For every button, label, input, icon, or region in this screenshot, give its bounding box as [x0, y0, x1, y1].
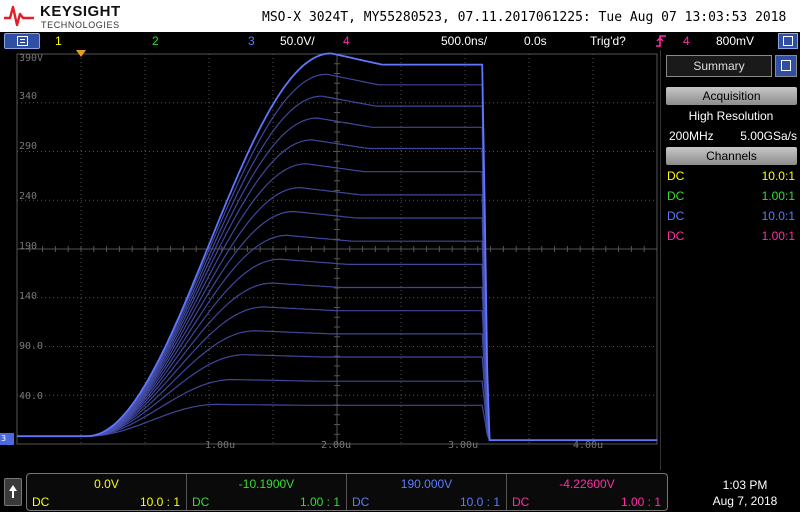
- channel-info-box: 0.0V DC 10.0 : 1 -10.1900V DC 1.00 : 1 1…: [26, 473, 668, 511]
- summary-panel-button[interactable]: [775, 55, 797, 77]
- ch2-label[interactable]: 2: [152, 34, 159, 48]
- x-tick-label: 1.00u: [205, 440, 235, 448]
- keysight-wave-icon: [4, 5, 34, 27]
- summary-tab[interactable]: Summary: [666, 55, 772, 77]
- arrow-up-icon[interactable]: [4, 478, 22, 506]
- ch3-scale[interactable]: 50.0V/: [280, 34, 315, 48]
- ch2-offset: -10.1900V: [238, 477, 295, 491]
- panel-icon: [781, 60, 791, 71]
- ch3-ground-marker[interactable]: 3: [0, 433, 14, 445]
- panel-ch4-row: DC 1.00:1: [667, 227, 795, 245]
- panel-ch2-coupling: DC: [667, 189, 685, 203]
- clock: 1:03 PM Aug 7, 2018: [690, 477, 800, 509]
- ch3-probe: 10.0 : 1: [459, 495, 500, 509]
- channels-header[interactable]: Channels: [666, 147, 797, 165]
- bandwidth: 200MHz: [669, 129, 714, 143]
- bottom-ch1-cell[interactable]: 0.0V DC 10.0 : 1: [27, 474, 187, 510]
- acquisition-header[interactable]: Acquisition: [666, 87, 797, 105]
- x-tick-label: 2.00u: [321, 440, 351, 448]
- trigger-edge-icon: [656, 35, 666, 47]
- graticule: [16, 53, 658, 445]
- brand-subtitle: TECHNOLOGIES: [41, 20, 120, 30]
- sample-rate: 5.00GSa/s: [740, 129, 797, 143]
- y-tick-label: 390V: [19, 53, 43, 64]
- panel-ch3-probe: 10.0:1: [761, 209, 795, 223]
- ch4-offset: -4.22600V: [559, 477, 615, 491]
- ch4-label[interactable]: 4: [343, 34, 350, 48]
- y-tick-label: 40.0: [19, 391, 43, 402]
- y-tick-label: 340: [19, 91, 37, 102]
- brand-name: KEYSIGHT: [40, 3, 121, 20]
- panel-ch3-row: DC 10.0:1: [667, 207, 795, 225]
- panel-ch1-probe: 10.0:1: [761, 169, 795, 183]
- panel-ch1-row: DC 10.0:1: [667, 167, 795, 185]
- ch1-label[interactable]: 1: [55, 34, 62, 48]
- panel-icon: [783, 36, 793, 46]
- ch3-label[interactable]: 3: [248, 34, 255, 48]
- channel-bar: 1 2 3 50.0V/ 4 500.0ns/ 0.0s Trig'd? 4 8…: [0, 32, 800, 50]
- acquisition-mode: High Resolution: [688, 109, 774, 123]
- y-tick-label: 140: [19, 291, 37, 302]
- title-bar: KEYSIGHT TECHNOLOGIES MSO-X 3024T, MY552…: [0, 0, 800, 32]
- panel-ch3-coupling: DC: [667, 209, 685, 223]
- waveform-svg: 390V 340 290 240 190 140 90.0 40.0 1.00u…: [16, 52, 658, 448]
- panel-ch4-coupling: DC: [667, 229, 685, 243]
- x-tick-label: 3.00u: [448, 440, 478, 448]
- panel-ch4-probe: 1.00:1: [761, 229, 795, 243]
- ch2-coupling: DC: [192, 495, 210, 509]
- keysight-logo: KEYSIGHT TECHNOLOGIES: [4, 2, 134, 30]
- timebase-value[interactable]: 500.0ns/: [441, 34, 487, 48]
- waveform-display[interactable]: 390V 340 290 240 190 140 90.0 40.0 1.00u…: [0, 50, 660, 448]
- ch1-coupling: DC: [32, 495, 50, 509]
- trigger-status: Trig'd?: [590, 34, 626, 48]
- bottom-ch4-cell[interactable]: -4.22600V DC 1.00 : 1: [507, 474, 667, 510]
- panel-ch2-probe: 1.00:1: [761, 189, 795, 203]
- acquisition-rates: 200MHz 5.00GSa/s: [667, 127, 797, 145]
- clock-date: Aug 7, 2018: [712, 494, 778, 508]
- bottom-ch3-cell[interactable]: 190.000V DC 10.0 : 1: [347, 474, 507, 510]
- ch2-probe: 1.00 : 1: [299, 495, 340, 509]
- instrument-title: MSO-X 3024T, MY55280523, 07.11.201706122…: [262, 10, 787, 25]
- ch3-coupling: DC: [352, 495, 370, 509]
- trigger-channel[interactable]: 4: [683, 34, 690, 48]
- bottom-ch2-cell[interactable]: -10.1900V DC 1.00 : 1: [187, 474, 347, 510]
- panel-ch2-row: DC 1.00:1: [667, 187, 795, 205]
- menu-icon: [17, 36, 28, 46]
- x-tick-label: 4.00u: [573, 440, 603, 448]
- clock-time: 1:03 PM: [722, 478, 768, 492]
- trigger-level[interactable]: 800mV: [716, 34, 754, 48]
- delay-value[interactable]: 0.0s: [524, 34, 547, 48]
- side-panel: Summary Acquisition High Resolution 200M…: [660, 50, 800, 470]
- trigger-position-marker[interactable]: [76, 50, 86, 57]
- y-tick-label: 90.0: [19, 341, 43, 352]
- y-tick-label: 240: [19, 191, 37, 202]
- y-tick-label: 190: [19, 241, 37, 252]
- y-tick-label: 290: [19, 141, 37, 152]
- ch1-offset: 0.0V: [94, 477, 119, 491]
- panel-toggle-button[interactable]: [778, 33, 798, 49]
- ch3-offset: 190.000V: [400, 477, 453, 491]
- main-menu-button[interactable]: [4, 33, 40, 49]
- ch1-probe: 10.0 : 1: [139, 495, 180, 509]
- ch4-probe: 1.00 : 1: [620, 495, 661, 509]
- ch4-coupling: DC: [512, 495, 530, 509]
- channel-status-bar: 0.0V DC 10.0 : 1 -10.1900V DC 1.00 : 1 1…: [0, 470, 800, 512]
- panel-ch1-coupling: DC: [667, 169, 685, 183]
